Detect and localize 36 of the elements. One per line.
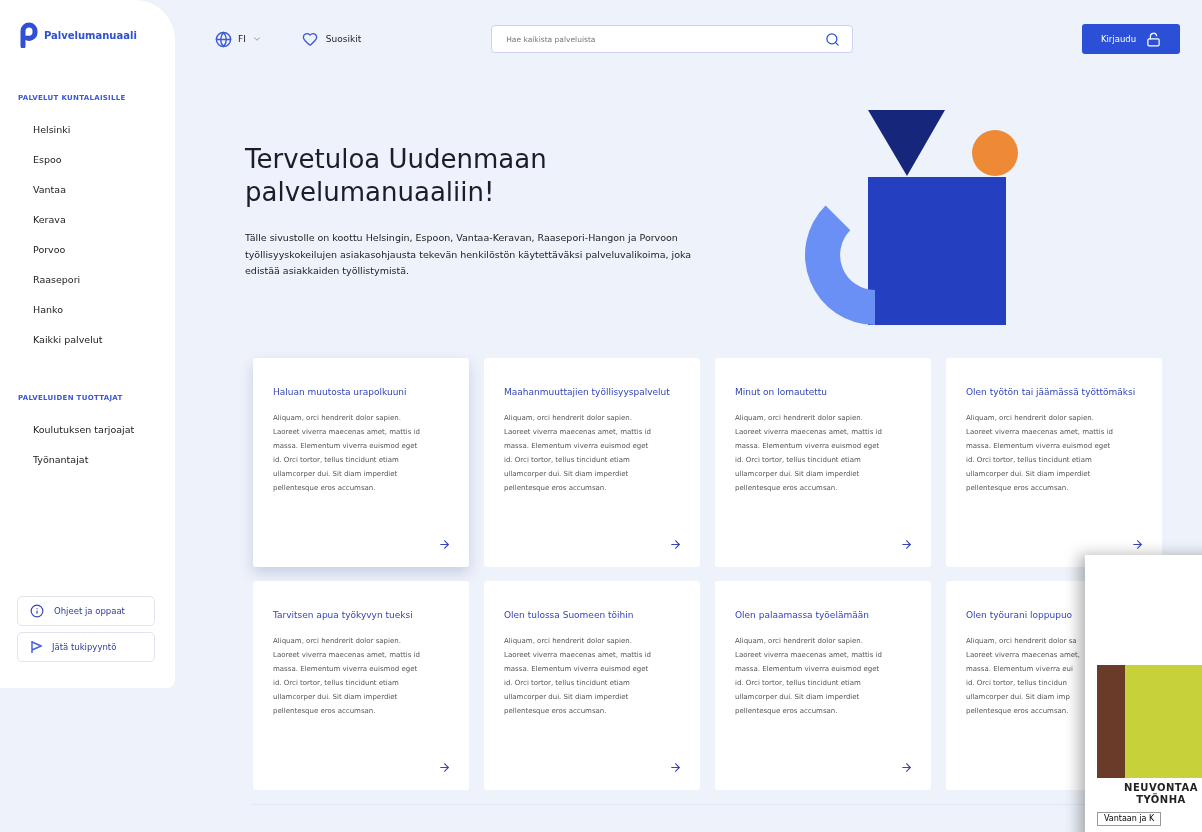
card-title: Tarvitsen apua työkyvyn tueksi [273, 609, 414, 622]
sidebar-link[interactable]: Työnantajat [0, 454, 175, 484]
info-icon [30, 604, 44, 618]
sidebar-link[interactable]: Kerava [0, 214, 175, 244]
support-request-button[interactable]: Jätä tukipyyntö [17, 632, 155, 662]
hero-text: Tälle sivustolle on koottu Helsingin, Espoon, Vantaa-Keravan, Raasepori-Hangon ja Porvoon työllisyyskokeilujen asiakasohjausta tekevän henkilöstön käytettäväksi palveluvalikoima, joka edistää asiakkaiden työllistymistä. [245, 231, 693, 279]
lock-icon [1146, 31, 1162, 47]
chevron-down-icon [251, 34, 262, 44]
hero-title: Tervetuloa Uudenmaan palvelumanuaaliin! [245, 143, 548, 208]
logo-text[interactable]: Palvelumanuaali [44, 29, 137, 41]
card-title: Maahanmuuttajien työllisyyspalvelut [504, 386, 671, 399]
sidebar-link[interactable]: Porvoo [0, 244, 175, 274]
globe-icon [215, 30, 232, 48]
guides-button[interactable]: Ohjeet ja oppaat [17, 596, 155, 626]
heart-icon [301, 31, 318, 47]
sidebar-link[interactable]: Raasepori [0, 274, 175, 304]
sidebar-link[interactable]: Koulutuksen tarjoajat [0, 424, 175, 454]
search-icon [825, 31, 841, 47]
card-title: Olen tulossa Suomeen töihin [504, 609, 635, 622]
sidebar-link[interactable]: Vantaa [0, 184, 175, 214]
login-button[interactable]: Kirjaudu [1082, 24, 1180, 54]
card-title: Olen työurani loppupuo [966, 609, 1074, 622]
popup-heading: NEUVONTAA TYÖNHA [1123, 782, 1199, 806]
card-title: Olen palaamassa työelämään [735, 609, 870, 622]
sidebar-link[interactable]: Espoo [0, 154, 175, 184]
favorites-link[interactable]: Suosikit [301, 31, 362, 47]
language-selector[interactable]: FI [215, 30, 262, 48]
card-title: Minut on lomautettu [735, 386, 828, 399]
flag-icon [30, 640, 42, 654]
card-title: Haluan muutosta urapolkuuni [273, 386, 408, 399]
logo-icon [20, 22, 38, 48]
popup-button[interactable]: Vantaan ja K [1097, 811, 1162, 826]
sidebar-link[interactable]: Hanko [0, 304, 175, 334]
card-title: Olen työtön tai jäämässä työttömäksi [966, 386, 1137, 399]
sidebar-link[interactable]: Kaikki palvelut [0, 334, 175, 364]
sidebar-link[interactable]: Helsinki [0, 124, 175, 154]
